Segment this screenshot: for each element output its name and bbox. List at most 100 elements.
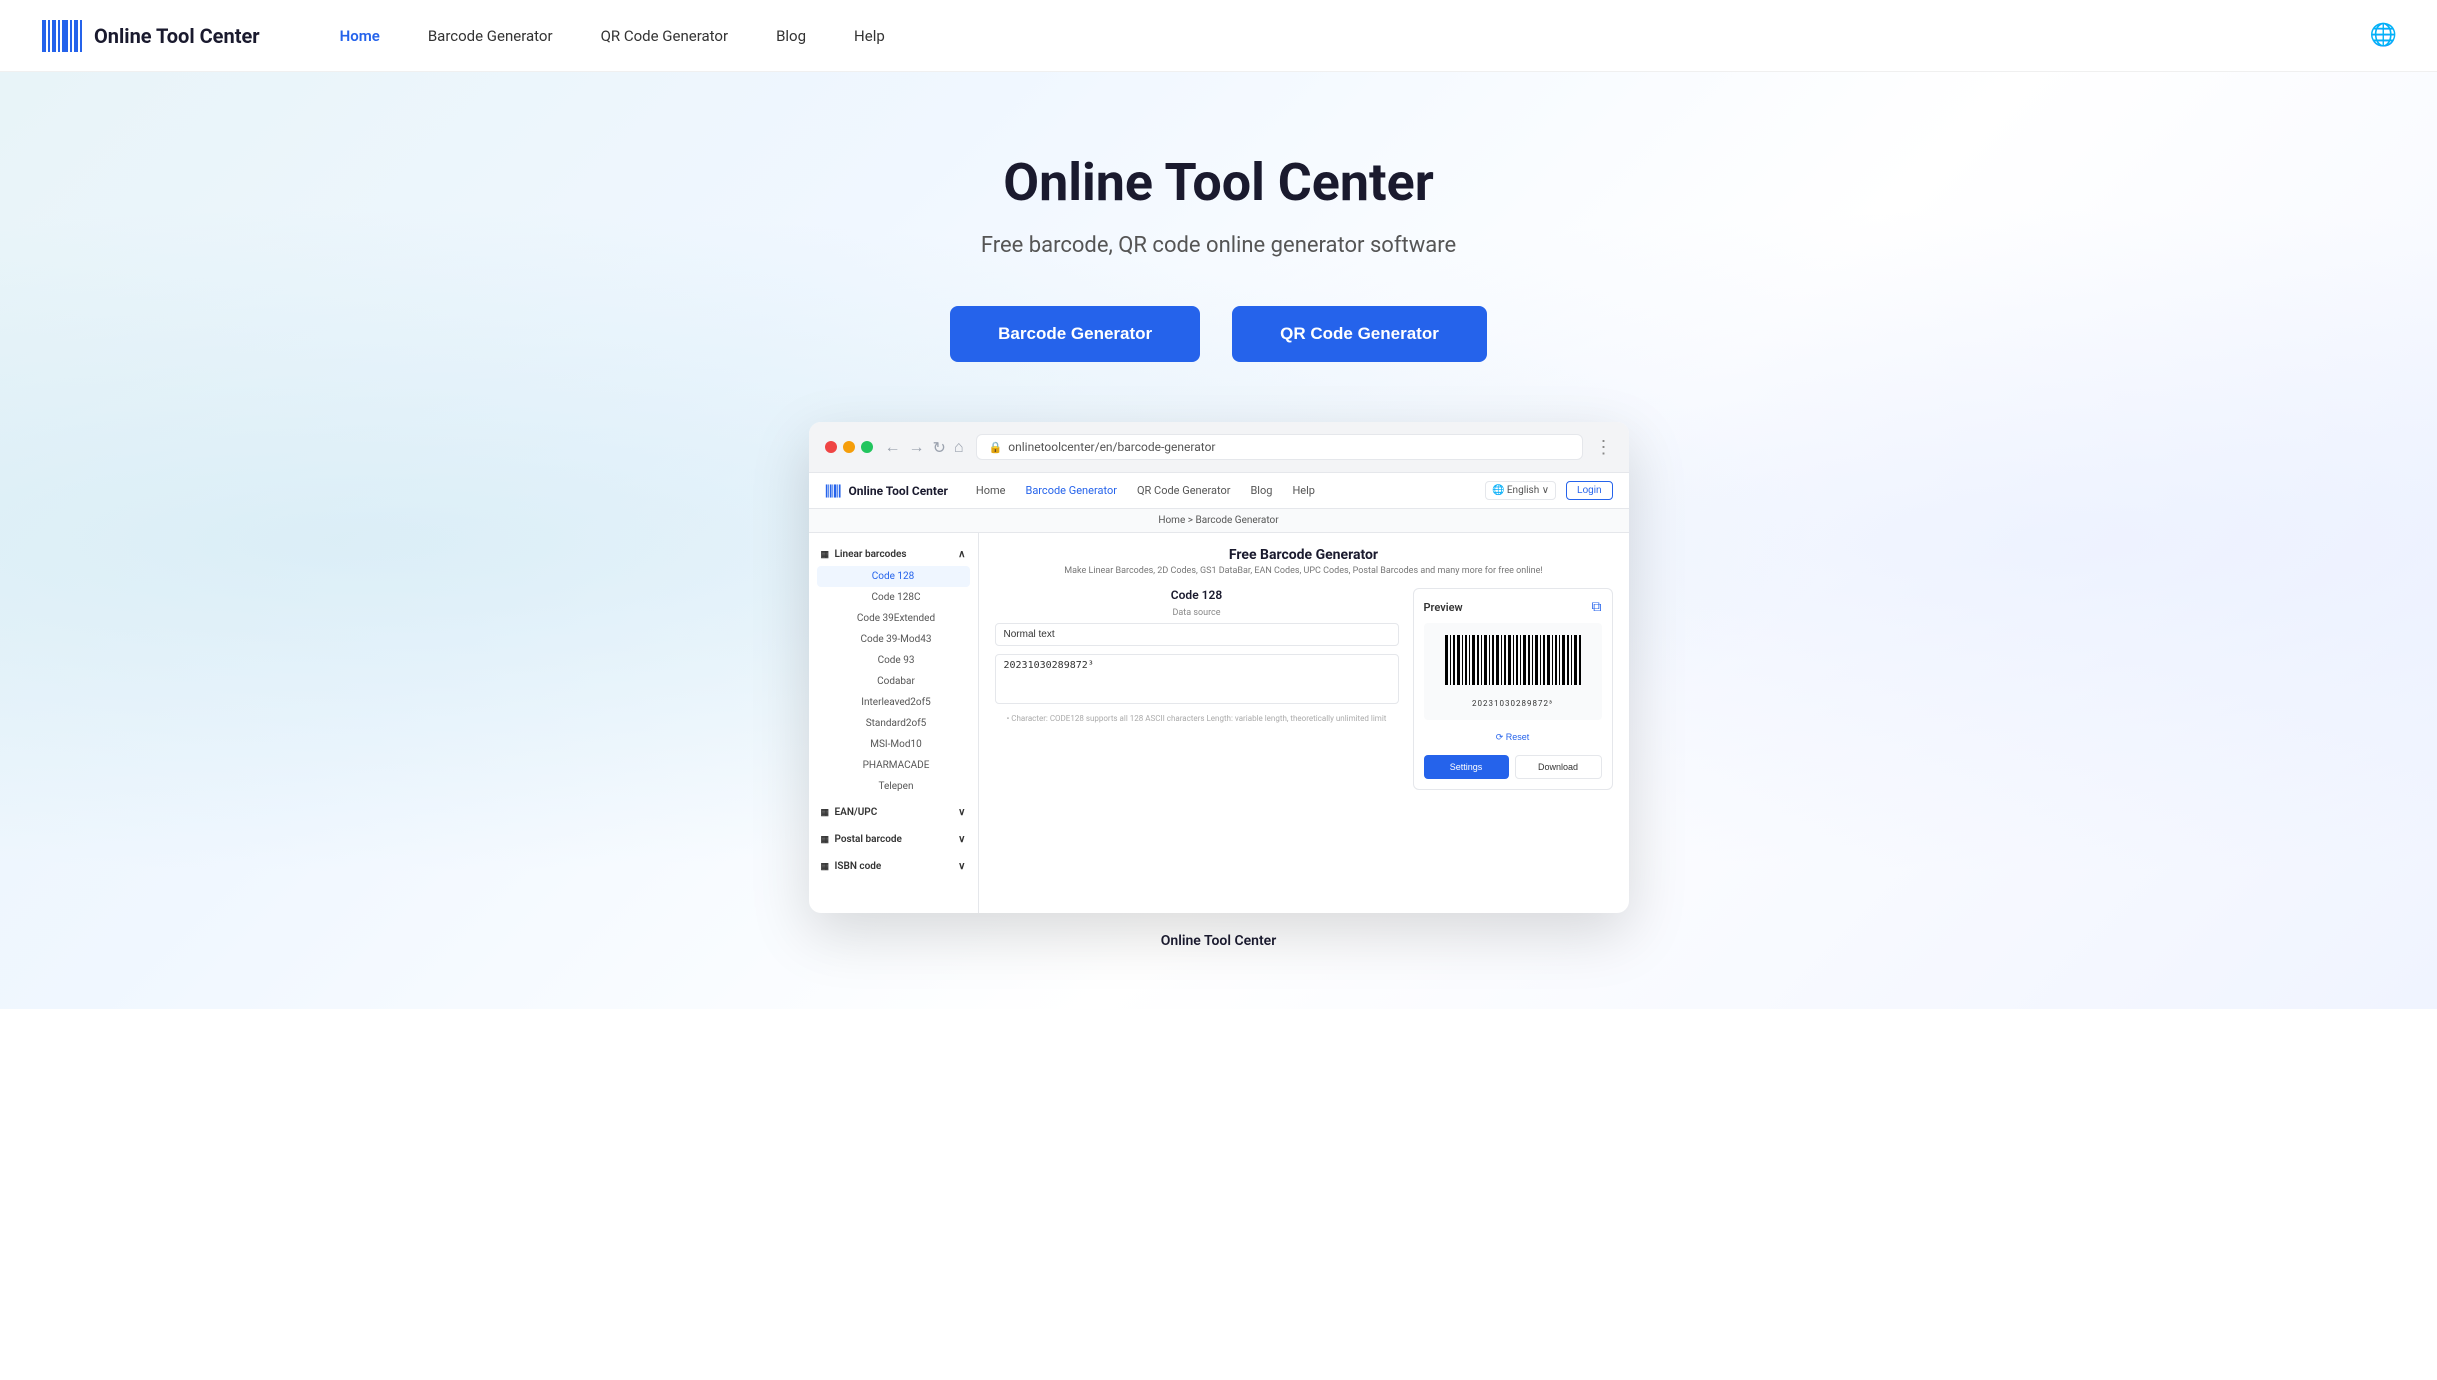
lock-icon: 🔒 <box>989 441 1003 454</box>
sidebar-postal-label: ▦ Postal barcode <box>821 834 902 845</box>
app-nav-blog[interactable]: Blog <box>1250 484 1272 497</box>
sidebar-item-code93[interactable]: Code 93 <box>809 650 978 671</box>
footer-brand-text: Online Tool Center <box>1161 933 1277 949</box>
breadcrumb: Home > Barcode Generator <box>809 509 1629 533</box>
app-nav-qr[interactable]: QR Code Generator <box>1137 484 1231 497</box>
browser-navigation: ← → ↻ ⌂ <box>885 437 964 457</box>
preview-actions: Settings Download <box>1424 755 1602 779</box>
nav-blog[interactable]: Blog <box>776 27 806 45</box>
logo-icon <box>40 14 84 58</box>
main-nav: Home Barcode Generator QR Code Generator… <box>340 27 885 45</box>
dot-red[interactable] <box>825 441 837 453</box>
sidebar-item-code39ext[interactable]: Code 39Extended <box>809 608 978 629</box>
browser-menu-icon[interactable]: ⋮ <box>1595 437 1613 458</box>
reset-button[interactable]: ⟳ Reset <box>1424 728 1602 747</box>
sidebar-item-code128[interactable]: Code 128 <box>817 566 970 587</box>
sidebar-item-code128c[interactable]: Code 128C <box>809 587 978 608</box>
forward-icon[interactable]: → <box>909 437 925 457</box>
logo-text: Online Tool Center <box>94 24 260 48</box>
breadcrumb-separator: > <box>1188 515 1193 526</box>
app-nav-help[interactable]: Help <box>1292 484 1315 497</box>
app-logo-icon <box>825 482 843 500</box>
dot-green[interactable] <box>861 441 873 453</box>
sidebar-isbn-collapse: ∨ <box>958 861 965 872</box>
encoder-section: Code 128 Data source Normal text 2023103… <box>995 588 1613 790</box>
nav-qr[interactable]: QR Code Generator <box>601 27 729 45</box>
sidebar-isbn-label: ▦ ISBN code <box>821 861 882 872</box>
browser-mockup: ← → ↻ ⌂ 🔒 onlinetoolcenter/en/barcode-ge… <box>809 422 1629 913</box>
app-nav: Online Tool Center Home Barcode Generato… <box>809 473 1629 509</box>
browser-bar: ← → ↻ ⌂ 🔒 onlinetoolcenter/en/barcode-ge… <box>809 422 1629 473</box>
breadcrumb-current: Barcode Generator <box>1195 515 1278 526</box>
hero-buttons: Barcode Generator QR Code Generator <box>20 306 2417 362</box>
sidebar-item-code39mod43[interactable]: Code 39-Mod43 <box>809 629 978 650</box>
isbn-icon: ▦ <box>821 862 830 872</box>
nav-help[interactable]: Help <box>854 27 885 45</box>
sidebar-section-isbn: ▦ ISBN code ∨ <box>809 855 978 878</box>
header: Online Tool Center Home Barcode Generato… <box>0 0 2437 72</box>
login-button[interactable]: Login <box>1566 481 1612 500</box>
url-text: onlinetoolcenter/en/barcode-generator <box>1008 440 1215 454</box>
data-source-select[interactable]: Normal text <box>995 623 1399 646</box>
app-content: ▦ Linear barcodes ∧ Code 128 Code 128C C… <box>809 533 1629 913</box>
sidebar-ean-header[interactable]: ▦ EAN/UPC ∨ <box>809 801 978 824</box>
app-logo-text: Online Tool Center <box>849 484 948 498</box>
barcode-display: 20231030289872³ <box>1424 623 1602 720</box>
sidebar-isbn-header[interactable]: ▦ ISBN code ∨ <box>809 855 978 878</box>
sidebar-item-interleaved[interactable]: Interleaved2of5 <box>809 692 978 713</box>
logo[interactable]: Online Tool Center <box>40 14 260 58</box>
nav-home[interactable]: Home <box>340 27 380 45</box>
address-bar[interactable]: 🔒 onlinetoolcenter/en/barcode-generator <box>976 434 1583 460</box>
sidebar-section-postal: ▦ Postal barcode ∨ <box>809 828 978 851</box>
browser-dots <box>825 441 873 453</box>
char-note: • Character: CODE128 supports all 128 AS… <box>995 714 1399 723</box>
sidebar-item-codabar[interactable]: Codabar <box>809 671 978 692</box>
sidebar-item-pharmacade[interactable]: PHARMACADE <box>809 755 978 776</box>
app-nav-home[interactable]: Home <box>976 484 1006 497</box>
sidebar-section-linear: ▦ Linear barcodes ∧ Code 128 Code 128C C… <box>809 543 978 797</box>
barcode-image <box>1443 635 1583 695</box>
refresh-icon[interactable]: ↻ <box>933 438 946 457</box>
preview-header: Preview ⧉ <box>1424 599 1602 615</box>
language-selector[interactable]: 🌐 English ∨ <box>1485 481 1556 500</box>
postal-icon: ▦ <box>821 835 830 845</box>
qr-code-generator-button[interactable]: QR Code Generator <box>1232 306 1487 362</box>
sidebar-collapse-icon: ∧ <box>958 549 965 560</box>
dot-yellow[interactable] <box>843 441 855 453</box>
sidebar-linear-header[interactable]: ▦ Linear barcodes ∧ <box>809 543 978 566</box>
hero-section: Online Tool Center Free barcode, QR code… <box>0 72 2437 1009</box>
sidebar-postal-header[interactable]: ▦ Postal barcode ∨ <box>809 828 978 851</box>
hero-subtitle: Free barcode, QR code online generator s… <box>20 233 2417 258</box>
breadcrumb-home[interactable]: Home <box>1158 515 1185 526</box>
preview-panel: Preview ⧉ <box>1413 588 1613 790</box>
download-button[interactable]: Download <box>1515 755 1602 779</box>
header-right: 🌐 <box>2370 23 2397 48</box>
sidebar-item-telepen[interactable]: Telepen <box>809 776 978 797</box>
sidebar-item-standard2of5[interactable]: Standard2of5 <box>809 713 978 734</box>
settings-button[interactable]: Settings <box>1424 755 1509 779</box>
footer-brand: Online Tool Center <box>20 933 2417 949</box>
main-title: Free Barcode Generator <box>995 547 1613 563</box>
sidebar-ean-collapse: ∨ <box>958 807 965 818</box>
home-icon[interactable]: ⌂ <box>954 437 964 457</box>
app-nav-barcode[interactable]: Barcode Generator <box>1025 484 1116 497</box>
encoder-title: Code 128 <box>995 588 1399 602</box>
nav-barcode[interactable]: Barcode Generator <box>428 27 553 45</box>
sidebar-postal-collapse: ∨ <box>958 834 965 845</box>
app-main: Free Barcode Generator Make Linear Barco… <box>979 533 1629 913</box>
sidebar-section-ean: ▦ EAN/UPC ∨ <box>809 801 978 824</box>
sidebar-item-msimod10[interactable]: MSI-Mod10 <box>809 734 978 755</box>
barcode-input[interactable]: 20231030289872³ <box>995 654 1399 704</box>
sidebar-ean-label: ▦ EAN/UPC <box>821 807 878 818</box>
hero-title: Online Tool Center <box>20 152 2417 213</box>
linear-icon: ▦ <box>821 550 830 560</box>
barcode-generator-button[interactable]: Barcode Generator <box>950 306 1200 362</box>
ean-icon: ▦ <box>821 808 830 818</box>
globe-icon[interactable]: 🌐 <box>2370 23 2397 48</box>
app-logo: Online Tool Center <box>825 482 948 500</box>
back-icon[interactable]: ← <box>885 437 901 457</box>
copy-icon[interactable]: ⧉ <box>1592 599 1602 615</box>
preview-container: Preview ⧉ <box>1413 588 1613 790</box>
main-description: Make Linear Barcodes, 2D Codes, GS1 Data… <box>995 566 1613 576</box>
encoding-sidebar: ▦ Linear barcodes ∧ Code 128 Code 128C C… <box>809 533 979 913</box>
